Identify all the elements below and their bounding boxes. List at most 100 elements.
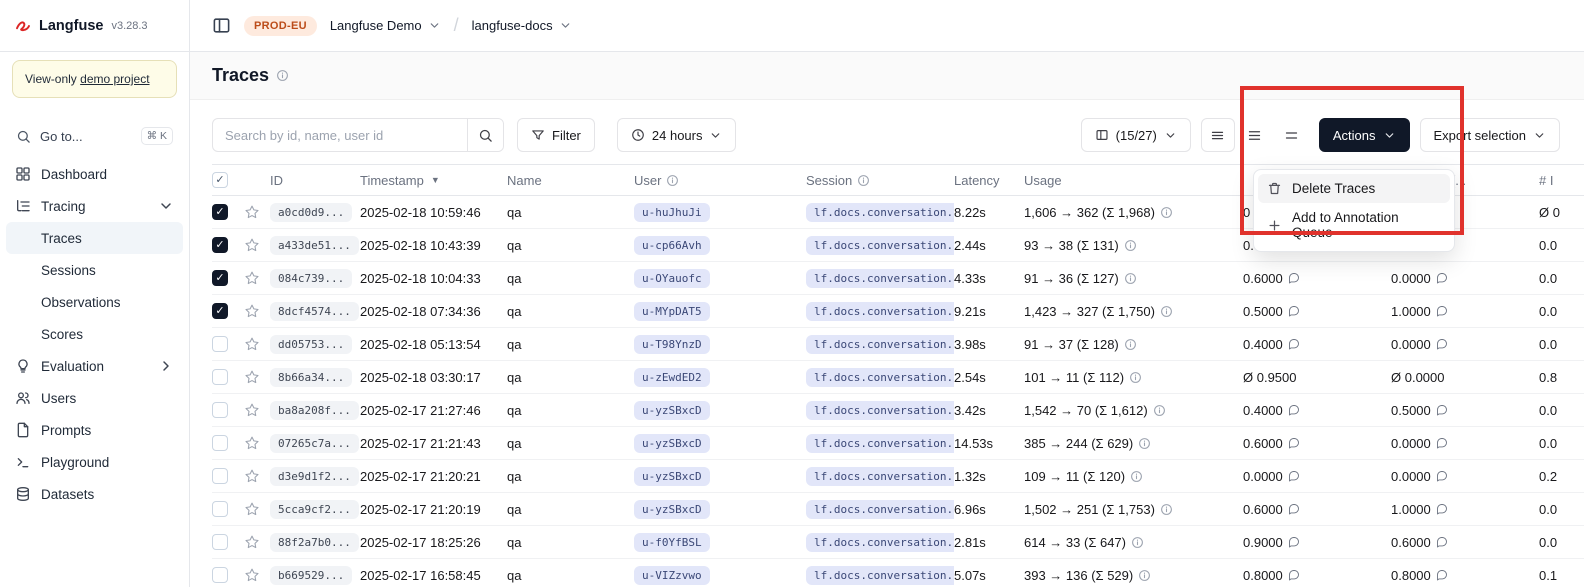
user-badge[interactable]: u-yzSBxcD [634, 434, 710, 453]
trace-id-badge[interactable]: 8dcf4574... [270, 302, 359, 321]
session-badge[interactable]: lf.docs.conversation... [806, 368, 954, 387]
actions-button[interactable]: Actions [1319, 118, 1410, 152]
user-badge[interactable]: u-zEwdED2 [634, 368, 710, 387]
trace-id-badge[interactable]: dd05753... [270, 335, 352, 354]
bookmark-star-icon[interactable] [244, 567, 260, 583]
user-badge[interactable]: u-yzSBxcD [634, 467, 710, 486]
sidebar-item-playground[interactable]: Playground [6, 446, 183, 478]
col-header-session[interactable]: Session [806, 173, 954, 188]
trace-id-badge[interactable]: b669529... [270, 566, 352, 585]
user-badge[interactable]: u-huJhuJi [634, 203, 710, 222]
session-badge[interactable]: lf.docs.conversation... [806, 302, 954, 321]
table-row[interactable]: 88f2a7b0... 2025-02-17 18:25:26 qa u-f0Y… [212, 526, 1584, 559]
session-badge[interactable]: lf.docs.conversation... [806, 335, 954, 354]
sidebar-item-sessions[interactable]: Sessions [6, 254, 183, 286]
menu-item-delete-traces[interactable]: Delete Traces [1258, 174, 1450, 203]
search-submit-button[interactable] [467, 119, 503, 151]
trace-id-badge[interactable]: a0cd0d9... [270, 203, 352, 222]
table-row[interactable]: 084c739... 2025-02-18 10:04:33 qa u-OYau… [212, 262, 1584, 295]
user-badge[interactable]: u-cp66Avh [634, 236, 710, 255]
col-header-latency[interactable]: Latency [954, 173, 1024, 188]
sidebar-item-traces[interactable]: Traces [6, 222, 183, 254]
environment-badge[interactable]: PROD-EU [244, 16, 317, 36]
table-row[interactable]: d3e9d1f2... 2025-02-17 21:20:21 qa u-yzS… [212, 460, 1584, 493]
org-selector[interactable]: Langfuse Demo [330, 18, 441, 33]
bookmark-star-icon[interactable] [244, 336, 260, 352]
bookmark-star-icon[interactable] [244, 303, 260, 319]
sidebar-item-observations[interactable]: Observations [6, 286, 183, 318]
column-visibility-button[interactable]: (15/27) [1081, 118, 1191, 152]
bookmark-star-icon[interactable] [244, 237, 260, 253]
user-badge[interactable]: u-OYauofc [634, 269, 710, 288]
export-selection-button[interactable]: Export selection [1420, 118, 1561, 152]
table-row[interactable]: dd05753... 2025-02-18 05:13:54 qa u-T98Y… [212, 328, 1584, 361]
table-row[interactable]: ba8a208f... 2025-02-17 21:27:46 qa u-yzS… [212, 394, 1584, 427]
sidebar-item-users[interactable]: Users [6, 382, 183, 414]
session-badge[interactable]: lf.docs.conversation... [806, 500, 954, 519]
bookmark-star-icon[interactable] [244, 270, 260, 286]
col-header-user[interactable]: User [634, 173, 806, 188]
search-input[interactable] [213, 128, 467, 143]
row-checkbox[interactable] [212, 237, 228, 253]
session-badge[interactable]: lf.docs.conversation... [806, 236, 954, 255]
bookmark-star-icon[interactable] [244, 435, 260, 451]
select-all-checkbox[interactable] [212, 172, 228, 188]
filter-button[interactable]: Filter [517, 118, 595, 152]
trace-id-badge[interactable]: 084c739... [270, 269, 352, 288]
row-checkbox[interactable] [212, 534, 228, 550]
bookmark-star-icon[interactable] [244, 204, 260, 220]
user-badge[interactable]: u-yzSBxcD [634, 500, 710, 519]
bookmark-star-icon[interactable] [244, 369, 260, 385]
trace-id-badge[interactable]: a433de51... [270, 236, 359, 255]
session-badge[interactable]: lf.docs.conversation... [806, 566, 954, 585]
table-row[interactable]: 8dcf4574... 2025-02-18 07:34:36 qa u-MYp… [212, 295, 1584, 328]
col-header-clipped[interactable]: # I [1539, 173, 1584, 188]
trace-id-badge[interactable]: 07265c7a... [270, 434, 359, 453]
user-badge[interactable]: u-MYpDAT5 [634, 302, 710, 321]
sidebar-item-datasets[interactable]: Datasets [6, 478, 183, 510]
trace-id-badge[interactable]: ba8a208f... [270, 401, 359, 420]
row-height-small-button[interactable] [1201, 118, 1235, 152]
trace-id-badge[interactable]: 88f2a7b0... [270, 533, 359, 552]
session-badge[interactable]: lf.docs.conversation... [806, 434, 954, 453]
col-header-id[interactable]: ID [270, 173, 360, 188]
row-checkbox[interactable] [212, 468, 228, 484]
row-checkbox[interactable] [212, 501, 228, 517]
col-header-timestamp[interactable]: Timestamp ▼ [360, 173, 507, 188]
table-row[interactable]: b669529... 2025-02-17 16:58:45 qa u-VIZz… [212, 559, 1584, 587]
col-header-name[interactable]: Name [507, 173, 634, 188]
bookmark-star-icon[interactable] [244, 468, 260, 484]
bookmark-star-icon[interactable] [244, 501, 260, 517]
trace-id-badge[interactable]: 8b66a34... [270, 368, 352, 387]
table-row[interactable]: 8b66a34... 2025-02-18 03:30:17 qa u-zEwd… [212, 361, 1584, 394]
sidebar-item-evaluation[interactable]: Evaluation [6, 350, 183, 382]
row-height-medium-button[interactable] [1238, 118, 1272, 152]
session-badge[interactable]: lf.docs.conversation... [806, 467, 954, 486]
sidebar-item-scores[interactable]: Scores [6, 318, 183, 350]
user-badge[interactable]: u-VIZzvwo [634, 566, 710, 585]
row-checkbox[interactable] [212, 204, 228, 220]
trace-id-badge[interactable]: 5cca9cf2... [270, 500, 359, 519]
bookmark-star-icon[interactable] [244, 402, 260, 418]
col-header-usage[interactable]: Usage [1024, 173, 1243, 188]
row-checkbox[interactable] [212, 435, 228, 451]
row-checkbox[interactable] [212, 567, 228, 583]
sidebar-item-dashboard[interactable]: Dashboard [6, 158, 183, 190]
row-checkbox[interactable] [212, 303, 228, 319]
bookmark-star-icon[interactable] [244, 534, 260, 550]
session-badge[interactable]: lf.docs.conversation... [806, 533, 954, 552]
sidebar-item-prompts[interactable]: Prompts [6, 414, 183, 446]
time-range-button[interactable]: 24 hours [617, 118, 737, 152]
user-badge[interactable]: u-T98YnzD [634, 335, 710, 354]
row-height-large-button[interactable] [1275, 118, 1309, 152]
session-badge[interactable]: lf.docs.conversation... [806, 269, 954, 288]
goto-search[interactable]: Go to... ⌘ K [6, 120, 183, 152]
table-row[interactable]: 07265c7a... 2025-02-17 21:21:43 qa u-yzS… [212, 427, 1584, 460]
trace-id-badge[interactable]: d3e9d1f2... [270, 467, 359, 486]
project-selector[interactable]: langfuse-docs [472, 18, 572, 33]
table-row[interactable]: 5cca9cf2... 2025-02-17 21:20:19 qa u-yzS… [212, 493, 1584, 526]
session-badge[interactable]: lf.docs.conversation... [806, 203, 954, 222]
row-checkbox[interactable] [212, 336, 228, 352]
user-badge[interactable]: u-yzSBxcD [634, 401, 710, 420]
sidebar-toggle-icon[interactable] [212, 16, 231, 35]
